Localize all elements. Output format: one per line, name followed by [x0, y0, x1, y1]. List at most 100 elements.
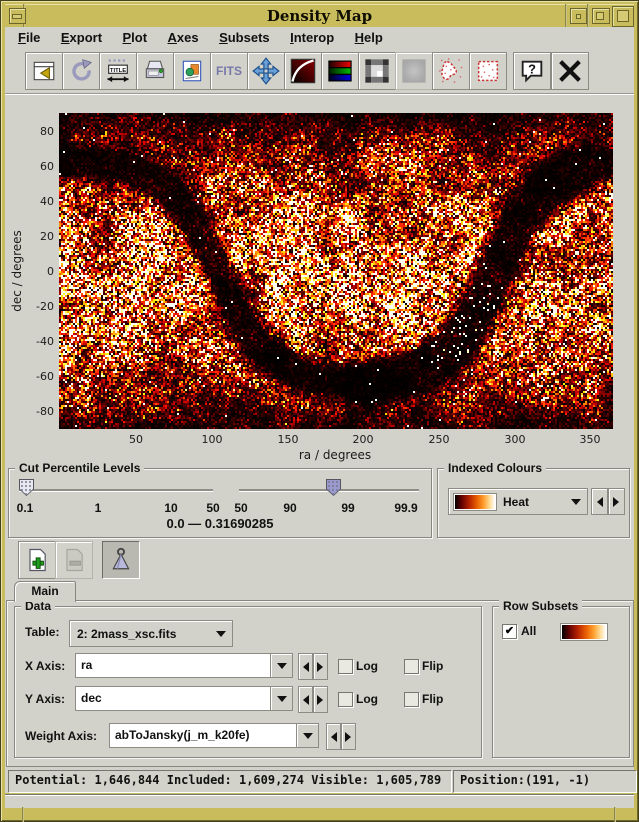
heat-gradient-swatch	[454, 494, 496, 510]
x-tick: 150	[268, 433, 308, 446]
close-button[interactable]	[551, 52, 589, 90]
tab-main[interactable]: Main	[14, 581, 76, 602]
axis-style-icon: TITLE	[104, 57, 132, 85]
colour-map-button[interactable]	[321, 52, 359, 90]
y-axis-next-button[interactable]	[313, 686, 328, 713]
subset-all-label: All	[521, 624, 536, 638]
arrow-left-icon	[298, 662, 309, 672]
x-axis-next-button[interactable]	[313, 653, 328, 680]
iconify-icon	[576, 14, 581, 19]
weight-axis-value[interactable]: abToJansky(j_m_k20fe)	[109, 723, 296, 748]
row-subsets-panel: Row Subsets ✔ All	[492, 606, 630, 758]
menu-plot[interactable]: Plot	[123, 30, 148, 45]
window-import-button[interactable]	[25, 52, 63, 90]
menu-help[interactable]: Help	[355, 30, 383, 45]
density-map-canvas[interactable]	[59, 113, 613, 429]
weight-axis-combo[interactable]: abToJansky(j_m_k20fe)	[109, 723, 319, 748]
y-axis-value[interactable]: dec	[75, 686, 270, 711]
menu-interop[interactable]: Interop	[290, 30, 334, 45]
arrow-left-icon	[592, 497, 603, 507]
subset-colourmap-swatch[interactable]	[561, 624, 607, 640]
x-axis-label: ra / degrees	[235, 448, 435, 462]
greyscale-map-button[interactable]	[358, 52, 396, 90]
box-subset-button[interactable]	[469, 52, 507, 90]
window-corner-handle[interactable]	[612, 6, 634, 27]
menu-file[interactable]: File	[18, 30, 40, 45]
y-axis-dropdown-button[interactable]	[270, 686, 293, 711]
arrow-left-icon	[298, 695, 309, 705]
y-tick: -80	[14, 405, 54, 418]
cut-levels-button[interactable]	[284, 52, 322, 90]
rescale-button[interactable]	[247, 52, 285, 90]
replot-button[interactable]	[62, 52, 100, 90]
x-tick: 200	[343, 433, 383, 446]
table-select[interactable]: 2: 2mass_xsc.fits	[69, 620, 233, 647]
export-fits-button[interactable]: FITS	[210, 52, 248, 90]
low-cut-slider-thumb[interactable]	[19, 479, 34, 496]
rescale-icon	[252, 57, 280, 85]
x-log-checkbox[interactable]	[338, 659, 353, 674]
weight-axis-dropdown-button[interactable]	[296, 723, 319, 748]
arrow-right-icon	[317, 695, 328, 705]
slider-scale-label: 50	[221, 501, 261, 515]
blob-subset-button[interactable]	[432, 52, 470, 90]
remove-dataset-button[interactable]	[55, 541, 93, 579]
x-flip-checkbox[interactable]	[404, 659, 419, 674]
menu-axes[interactable]: Axes	[168, 30, 199, 45]
x-axis-combo[interactable]: ra	[75, 653, 293, 678]
y-log-checkbox[interactable]	[338, 692, 353, 707]
y-tick: -20	[14, 300, 54, 313]
smooth-button[interactable]	[395, 52, 433, 90]
high-cut-slider-thumb[interactable]	[326, 479, 341, 496]
table-label: Table:	[25, 625, 59, 639]
chevron-down-icon	[216, 631, 226, 642]
weight-axis-field-label: Weight Axis:	[25, 729, 97, 743]
colourmap-prev-button[interactable]	[591, 488, 608, 515]
greyscale-map-icon	[363, 57, 391, 85]
x-tick: 350	[570, 433, 610, 446]
axis-style-button[interactable]: TITLE	[99, 52, 137, 90]
box-subset-icon	[474, 57, 502, 85]
slider-scale-label: 10	[151, 501, 191, 515]
data-panel: Data Table: 2: 2mass_xsc.fits X Axis: ra…	[14, 606, 482, 758]
x-axis-prev-button[interactable]	[298, 653, 313, 680]
help-button[interactable]: ?	[513, 52, 551, 90]
menu-export[interactable]: Export	[61, 30, 102, 45]
chevron-down-icon	[277, 663, 287, 674]
chevron-down-icon	[571, 499, 581, 510]
y-axis-combo[interactable]: dec	[75, 686, 293, 711]
x-axis-value[interactable]: ra	[75, 653, 270, 678]
arrow-right-icon	[317, 662, 328, 672]
window-import-icon	[31, 58, 57, 84]
maximize-button[interactable]	[592, 8, 610, 24]
y-axis-field-label: Y Axis:	[25, 692, 65, 706]
export-image-button[interactable]	[173, 52, 211, 90]
weight-mode-toggle[interactable]	[102, 541, 140, 579]
chevron-down-icon	[303, 733, 313, 744]
cut-range-readout: 0.0 — 0.31690285	[9, 516, 431, 531]
svg-text:TITLE: TITLE	[110, 68, 126, 74]
y-axis-prev-button[interactable]	[298, 686, 313, 713]
table-value: 2: 2mass_xsc.fits	[70, 627, 216, 641]
print-icon	[142, 58, 168, 84]
y-tick: 60	[14, 160, 54, 173]
x-flip-label: Flip	[422, 659, 443, 673]
y-flip-checkbox[interactable]	[404, 692, 419, 707]
colourmap-select[interactable]: Heat	[448, 488, 588, 515]
add-dataset-icon	[23, 546, 51, 574]
low-cut-slider[interactable]	[19, 489, 213, 492]
position-status-field: Position:(191, -1)	[453, 770, 637, 793]
x-axis-dropdown-button[interactable]	[270, 653, 293, 678]
menu-subsets[interactable]: Subsets	[219, 30, 270, 45]
x-tick: 100	[192, 433, 232, 446]
colourmap-next-button[interactable]	[608, 488, 625, 515]
y-flip-label: Flip	[422, 692, 443, 706]
weight-axis-next-button[interactable]	[341, 723, 356, 750]
iconify-button[interactable]	[570, 8, 587, 24]
subset-all-checkbox[interactable]: ✔	[502, 624, 517, 639]
weight-axis-prev-button[interactable]	[326, 723, 341, 750]
print-button[interactable]	[136, 52, 174, 90]
title-bar[interactable]: Density Map	[5, 4, 634, 28]
add-dataset-button[interactable]	[18, 541, 56, 579]
frame-joint	[22, 807, 24, 822]
